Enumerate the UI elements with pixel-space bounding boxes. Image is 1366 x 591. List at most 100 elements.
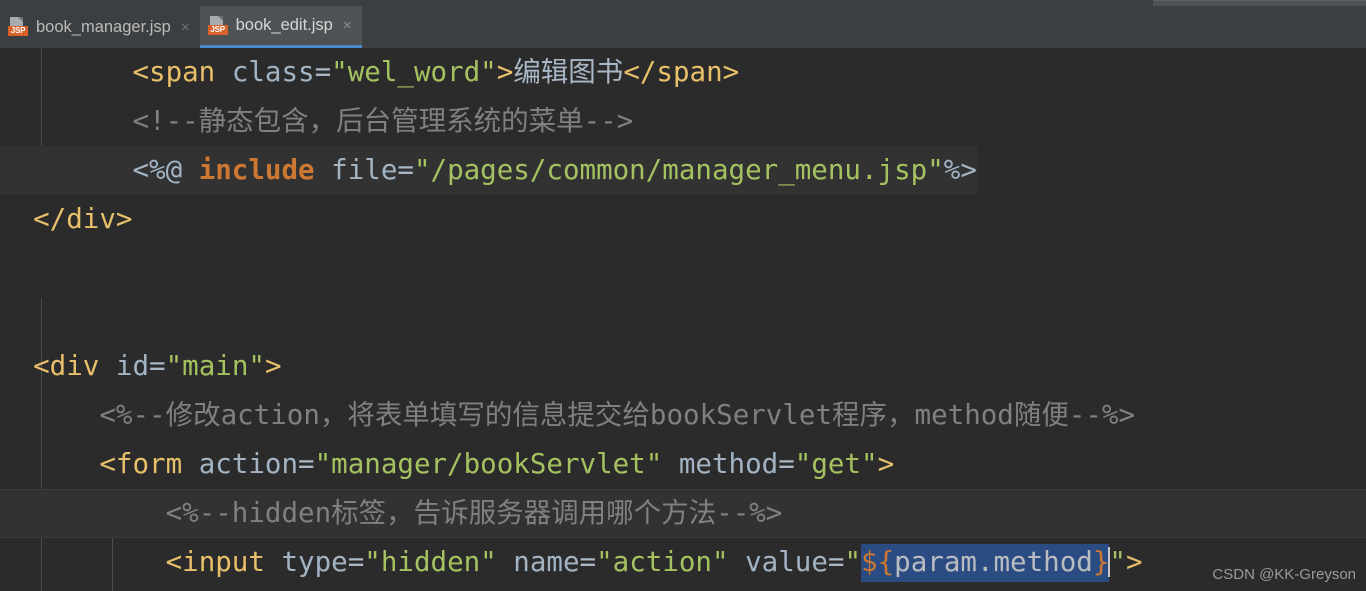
code-token: include xyxy=(198,154,315,186)
code-token: %> xyxy=(943,154,977,186)
jsp-file-icon: JSP xyxy=(8,16,28,38)
code-line[interactable]: <div id="main"> xyxy=(0,342,1366,391)
jsp-file-icon: JSP xyxy=(207,15,228,37)
selected-code-token: ${ xyxy=(861,544,895,582)
code-token: "get" xyxy=(794,448,878,480)
watermark-label: CSDN @KK-Greyson xyxy=(1212,566,1356,583)
code-token: type xyxy=(281,546,348,578)
code-token: 编辑图书 xyxy=(513,56,624,88)
code-line[interactable]: <%--hidden标签，告诉服务器调用哪个方法--%> xyxy=(0,489,1366,538)
code-token: = xyxy=(827,546,845,578)
code-token: <%--hidden标签，告诉服务器调用哪个方法--%> xyxy=(165,497,783,529)
editor-tab-label: book_edit.jsp xyxy=(235,16,333,34)
code-line-content: <div id="main"> xyxy=(0,342,282,391)
code-token: = xyxy=(347,546,365,578)
code-line[interactable] xyxy=(0,244,1366,293)
editor-tab-bar: JSP book_manager.jsp × JSP book_edit.jsp × xyxy=(0,6,1366,48)
code-line-content: <!--静态包含，后台管理系统的菜单--> xyxy=(0,97,633,146)
code-token: = xyxy=(149,350,166,382)
code-token: = xyxy=(298,448,315,480)
code-line[interactable]: </div> xyxy=(0,195,1366,244)
code-line[interactable]: <%@ include file="/pages/common/manager_… xyxy=(0,146,1366,195)
file-fold-corner xyxy=(217,15,223,21)
code-token: method xyxy=(678,448,779,480)
code-token: = xyxy=(778,448,795,480)
code-line-content: <table> xyxy=(0,587,281,591)
editor-tab-label: book_manager.jsp xyxy=(36,17,171,36)
code-line-content: </div> xyxy=(0,195,132,244)
code-line-content: <%--hidden标签，告诉服务器调用哪个方法--%> xyxy=(0,489,783,538)
close-icon[interactable]: × xyxy=(179,20,190,35)
code-token: "hidden" xyxy=(364,546,497,578)
code-token: action xyxy=(198,448,299,480)
code-line[interactable]: <span class="wel_word">编辑图书</span> xyxy=(0,48,1366,97)
code-line-content: <span class="wel_word">编辑图书</span> xyxy=(0,48,739,97)
code-line[interactable]: <!--静态包含，后台管理系统的菜单--> xyxy=(0,97,1366,146)
code-token: > xyxy=(264,350,282,382)
code-token: <%@ xyxy=(132,154,199,186)
code-line[interactable]: <form action="manager/bookServlet" metho… xyxy=(0,440,1366,489)
code-line[interactable]: <table> xyxy=(0,587,1366,591)
code-line-content: <%@ include file="/pages/common/manager_… xyxy=(0,146,977,195)
code-token: > xyxy=(1125,546,1143,578)
jsp-badge: JSP xyxy=(8,26,28,36)
code-token: name xyxy=(513,546,580,578)
code-token: <!--静态包含，后台管理系统的菜单--> xyxy=(132,105,634,137)
code-editor[interactable]: <span class="wel_word">编辑图书</span> <!--静… xyxy=(0,48,1366,591)
code-token: "main" xyxy=(165,350,265,382)
code-content[interactable]: <span class="wel_word">编辑图书</span> <!--静… xyxy=(0,48,1366,591)
code-token: <%--修改action，将表单填写的信息提交给bookServlet程序，me… xyxy=(99,399,1136,431)
file-fold-corner xyxy=(18,17,23,22)
code-token: class xyxy=(231,56,315,88)
code-token: id xyxy=(115,350,150,382)
code-line[interactable]: <input type="hidden" name="action" value… xyxy=(0,538,1366,587)
code-token: = xyxy=(579,546,597,578)
code-token: " xyxy=(1109,546,1126,578)
code-token: </div> xyxy=(33,203,133,235)
code-token: > xyxy=(877,448,895,480)
code-line[interactable] xyxy=(0,293,1366,342)
code-token: <div xyxy=(33,350,100,382)
selected-code-token: } xyxy=(1092,544,1110,582)
close-icon[interactable]: × xyxy=(341,18,352,33)
code-token: = xyxy=(397,154,414,186)
code-line-content: <%--修改action，将表单填写的信息提交给bookServlet程序，me… xyxy=(0,391,1135,440)
code-token: = xyxy=(314,56,332,88)
code-token: "action" xyxy=(596,546,729,578)
code-token: file xyxy=(331,154,398,186)
code-line[interactable]: <%--修改action，将表单填写的信息提交给bookServlet程序，me… xyxy=(0,391,1366,440)
code-token: > xyxy=(496,56,514,88)
code-token: "/pages/common/manager_menu.jsp" xyxy=(413,154,944,186)
code-token: " xyxy=(844,546,862,578)
jsp-badge: JSP xyxy=(207,24,228,35)
code-token: "wel_word" xyxy=(331,56,497,88)
selected-code-token: param.method xyxy=(894,544,1093,582)
code-token: <form xyxy=(99,448,183,480)
code-token: <span xyxy=(132,56,216,88)
ide-window: JSP book_manager.jsp × JSP book_edit.jsp × <s… xyxy=(0,0,1366,591)
code-line-content: <input type="hidden" name="action" value… xyxy=(0,538,1143,587)
code-line-content: <form action="manager/bookServlet" metho… xyxy=(0,440,894,489)
code-token: <input xyxy=(165,546,265,578)
editor-tab-1[interactable]: JSP book_edit.jsp × xyxy=(199,6,362,48)
code-token: </span> xyxy=(623,56,740,88)
editor-tab-0[interactable]: JSP book_manager.jsp × xyxy=(0,6,200,48)
code-token: "manager/bookServlet" xyxy=(314,448,663,480)
